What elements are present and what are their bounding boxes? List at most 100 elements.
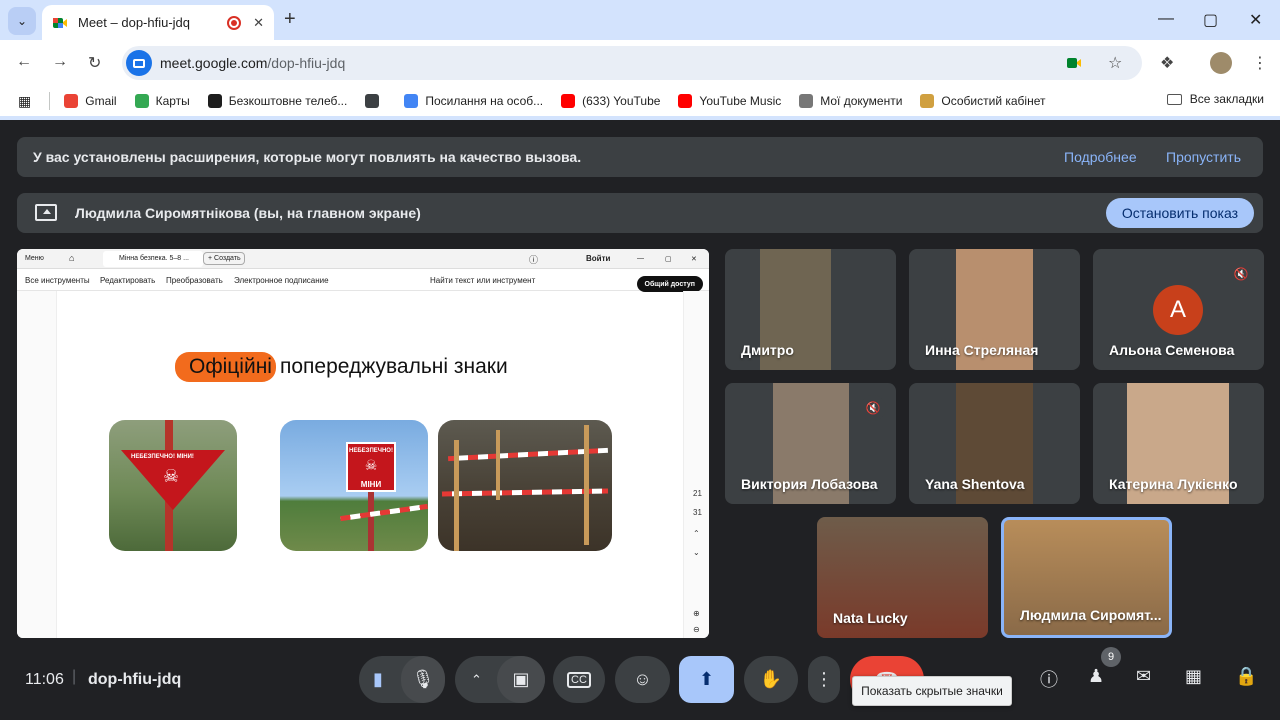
present-screen-button[interactable]: ⬆ xyxy=(679,656,734,703)
bookmark-favicon-icon xyxy=(64,94,79,108)
new-tab-button[interactable]: + xyxy=(284,8,296,31)
skip-link[interactable]: Пропустить xyxy=(1166,149,1241,165)
forward-icon[interactable]: → xyxy=(52,53,68,71)
more-info-link[interactable]: Подробнее xyxy=(1064,149,1137,165)
camera-control-group: ⌃ ▣ xyxy=(455,656,545,703)
more-options-icon: ⋮ xyxy=(815,669,833,689)
extensions-warning-banner: У вас установлены расширения, которые мо… xyxy=(17,137,1263,177)
reactions-button[interactable]: ☺ xyxy=(615,656,670,703)
bookmark-favicon-icon xyxy=(365,94,380,108)
reload-icon[interactable]: ↻ xyxy=(88,53,101,73)
bookmark-favicon-icon xyxy=(678,94,693,108)
page-number: 21 xyxy=(693,489,702,498)
bookmark-item[interactable]: Особистий кабінет xyxy=(920,94,1046,108)
people-icon[interactable]: ♟ xyxy=(1088,666,1104,687)
url-text: meet.google.com/dop-hfiu-jdq xyxy=(160,55,346,71)
participant-tile[interactable]: Инна Стреляная xyxy=(909,249,1080,370)
raise-hand-button[interactable]: ✋ xyxy=(744,656,798,703)
pdf-menu-bar: Все инструменты Редактировать Преобразов… xyxy=(17,269,709,292)
extensions-puzzle-icon[interactable]: ❖ xyxy=(1160,53,1174,73)
pdf-menu-item: Электронное подписание xyxy=(234,276,329,285)
participant-name: Инна Стреляная xyxy=(925,342,1039,358)
meet-favicon-icon xyxy=(53,17,67,28)
host-controls-lock-icon[interactable]: 🔒 xyxy=(1235,666,1257,687)
stop-sharing-button[interactable]: Остановить показ xyxy=(1105,198,1254,228)
square-warning-sign: НЕБЕЗПЕЧНО! ☠ МІНИ xyxy=(346,442,396,492)
apps-grid-icon[interactable]: ▦ xyxy=(18,93,31,110)
bookmark-item[interactable]: Мої документи xyxy=(799,94,902,108)
toolbar: ← → ↻ meet.google.com/dop-hfiu-jdq ☆ ❖ ⋮ xyxy=(0,40,1280,86)
bookmark-favicon-icon xyxy=(920,94,935,108)
meeting-time: 11:06 xyxy=(25,671,64,688)
participant-tile[interactable]: Nata Lucky xyxy=(817,517,988,638)
bookmark-item[interactable]: (633) YouTube xyxy=(561,94,660,108)
meeting-info-icon[interactable]: ⓘ xyxy=(1040,666,1058,692)
browser-menu-icon[interactable]: ⋮ xyxy=(1252,53,1268,73)
pdf-maximize-icon: ▢ xyxy=(665,256,672,263)
slide-title-rest: попереджувальні знаки xyxy=(279,355,508,378)
participant-tile[interactable]: 🔇 Виктория Лобазова xyxy=(725,383,896,504)
bookmark-star-icon[interactable]: ☆ xyxy=(1108,53,1122,73)
tab-search-button[interactable]: ⌄ xyxy=(8,7,36,35)
pdf-search: Найти текст или инструмент xyxy=(430,276,536,285)
pdf-right-rail: 21 31 ⌃ ⌄ ⊕ ⊖ xyxy=(683,291,709,638)
emoji-icon: ☺ xyxy=(633,669,652,689)
camera-button[interactable]: ▣ xyxy=(497,656,545,703)
presenting-text: Людмила Сиромятнікова (вы, на главном эк… xyxy=(75,205,421,221)
participant-name: Nata Lucky xyxy=(833,610,908,626)
participant-name: Дмитро xyxy=(741,342,794,358)
bookmark-favicon-icon xyxy=(799,94,814,108)
mic-control-group: ▮ 🎙 xyxy=(359,656,445,703)
chevron-down-icon: ⌄ xyxy=(16,14,28,28)
tab-close-icon[interactable]: ✕ xyxy=(253,15,264,31)
browser-tab-meet[interactable]: Meet – dop-hfiu-jdq ✕ xyxy=(42,5,274,40)
chat-icon[interactable]: ✉ xyxy=(1136,666,1151,687)
participant-tile[interactable]: Катерина Лукієнко xyxy=(1093,383,1264,504)
pdf-app-tabbar: Меню ⌂ Мінна безпека. 5–8 ... + Создать … xyxy=(17,249,709,269)
stake xyxy=(584,425,589,545)
more-options-button[interactable]: ⋮ xyxy=(808,656,840,703)
captions-button[interactable]: CC xyxy=(553,656,605,703)
skull-icon: ☠ xyxy=(163,466,180,486)
all-bookmarks[interactable]: Все закладки xyxy=(1166,92,1264,106)
bookmark-item[interactable]: Безкоштовне телеб... xyxy=(207,94,347,108)
bookmark-favicon-icon xyxy=(561,94,576,108)
hand-icon: ✋ xyxy=(759,669,783,689)
bookmark-item[interactable]: Посилання на особ... xyxy=(404,94,543,108)
audio-level-icon[interactable]: ▮ xyxy=(373,669,383,690)
meeting-controls-bar: 11:06 | dop-hfiu-jdq ▮ 🎙 ⌃ ▣ CC ☺ ⬆ ✋ ⋮ … xyxy=(0,647,1280,712)
camera-options-chevron-icon[interactable]: ⌃ xyxy=(471,672,482,688)
skull-icon: ☠ xyxy=(364,457,378,473)
maximize-icon[interactable]: ▢ xyxy=(1203,10,1218,30)
back-icon[interactable]: ← xyxy=(16,53,32,71)
site-info-icon[interactable] xyxy=(126,50,152,76)
participant-tile[interactable]: Людмила Сиромят... xyxy=(1001,517,1172,638)
minimize-icon[interactable]: — xyxy=(1158,10,1174,28)
participant-tile[interactable]: Yana Shentova xyxy=(909,383,1080,504)
chevron-up-icon: ⌃ xyxy=(693,529,700,538)
participant-tile[interactable]: Дмитро xyxy=(725,249,896,370)
bookmark-item[interactable] xyxy=(365,94,386,108)
bookmark-item[interactable]: Gmail xyxy=(64,94,117,108)
participant-name: Катерина Лукієнко xyxy=(1109,476,1238,492)
slide-title: Офіційні попереджувальні знаки xyxy=(175,352,508,382)
meet-extension-icon[interactable] xyxy=(1066,55,1082,71)
pdf-menu-item: Все инструменты xyxy=(25,276,90,285)
minefield-photo xyxy=(438,420,612,551)
close-window-icon[interactable]: ✕ xyxy=(1249,10,1262,30)
participant-tile[interactable]: А 🔇 Альона Семенова xyxy=(1093,249,1264,370)
microphone-button[interactable]: 🎙 xyxy=(401,656,445,703)
activities-grid-icon[interactable]: ▦ xyxy=(1185,666,1202,687)
muted-mic-icon: 🔇 xyxy=(1228,261,1254,287)
extensions-warning-text: У вас установлены расширения, которые мо… xyxy=(33,149,582,165)
profile-avatar[interactable] xyxy=(1210,52,1232,74)
pdf-left-rail xyxy=(17,291,57,638)
browser-chrome: ⌄ Meet – dop-hfiu-jdq ✕ + — ▢ ✕ ← → ↻ me… xyxy=(0,0,1280,120)
address-bar[interactable]: meet.google.com/dop-hfiu-jdq ☆ xyxy=(122,46,1142,80)
folder-icon xyxy=(1166,93,1182,105)
bookmark-item[interactable]: YouTube Music xyxy=(678,94,781,108)
zoom-out-icon: ⊖ xyxy=(693,625,700,634)
participant-name: Yana Shentova xyxy=(925,476,1025,492)
bookmark-list: Gmail Карты Безкоштовне телеб... Посилання … xyxy=(64,94,1063,108)
bookmark-item[interactable]: Карты xyxy=(134,94,190,108)
